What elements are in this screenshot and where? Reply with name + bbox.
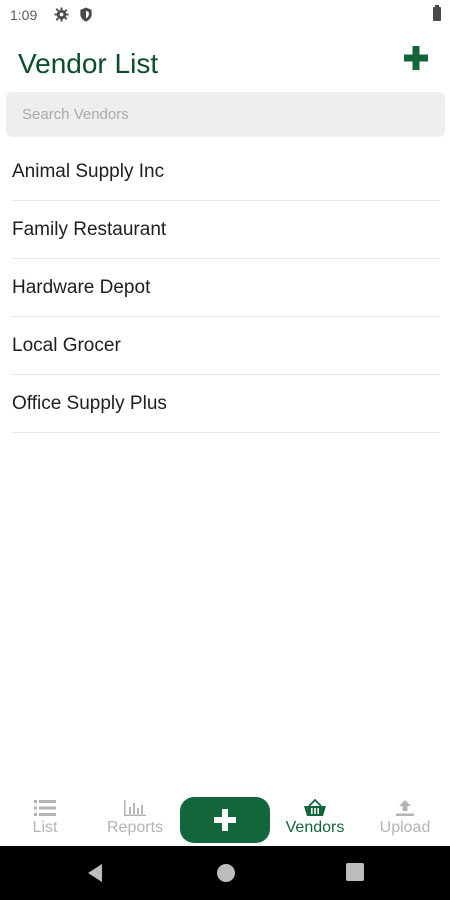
nav-label-list: List bbox=[32, 819, 58, 836]
battery-icon bbox=[433, 5, 441, 21]
upload-icon bbox=[396, 800, 414, 816]
nav-label-upload: Upload bbox=[379, 819, 431, 836]
bottom-nav: List Reports Vendors Upload bbox=[0, 793, 450, 846]
gear-icon bbox=[54, 7, 69, 27]
add-vendor-button[interactable] bbox=[402, 44, 430, 72]
status-bar: 1:09 bbox=[0, 0, 450, 30]
add-item-button[interactable] bbox=[180, 797, 270, 843]
recents-icon[interactable] bbox=[346, 863, 364, 886]
nav-item-upload[interactable]: Upload bbox=[360, 793, 450, 846]
nav-item-list[interactable]: List bbox=[0, 793, 90, 846]
back-icon[interactable] bbox=[86, 863, 104, 888]
vendor-list: Animal Supply Inc Family Restaurant Hard… bbox=[12, 143, 440, 433]
list-icon bbox=[34, 800, 56, 816]
search-box bbox=[6, 92, 445, 137]
shield-icon bbox=[79, 7, 93, 27]
system-nav-bar bbox=[0, 846, 450, 900]
nav-item-vendors[interactable]: Vendors bbox=[270, 793, 360, 846]
nav-label-vendors: Vendors bbox=[285, 819, 345, 836]
vendor-list-item[interactable]: Family Restaurant bbox=[12, 201, 440, 259]
nav-label-reports: Reports bbox=[106, 819, 164, 836]
home-icon[interactable] bbox=[216, 863, 236, 888]
vendor-list-item[interactable]: Animal Supply Inc bbox=[12, 143, 440, 201]
vendor-list-item[interactable]: Office Supply Plus bbox=[12, 375, 440, 433]
page-title: Vendor List bbox=[18, 48, 159, 79]
vendor-list-item[interactable]: Local Grocer bbox=[12, 317, 440, 375]
basket-icon bbox=[304, 799, 326, 816]
nav-item-reports[interactable]: Reports bbox=[90, 793, 180, 846]
plus-icon bbox=[214, 809, 236, 831]
plus-icon bbox=[404, 46, 428, 70]
vendor-list-item[interactable]: Hardware Depot bbox=[12, 259, 440, 317]
search-input[interactable] bbox=[6, 92, 445, 137]
bar-chart-icon bbox=[124, 800, 146, 816]
status-time: 1:09 bbox=[10, 7, 38, 23]
